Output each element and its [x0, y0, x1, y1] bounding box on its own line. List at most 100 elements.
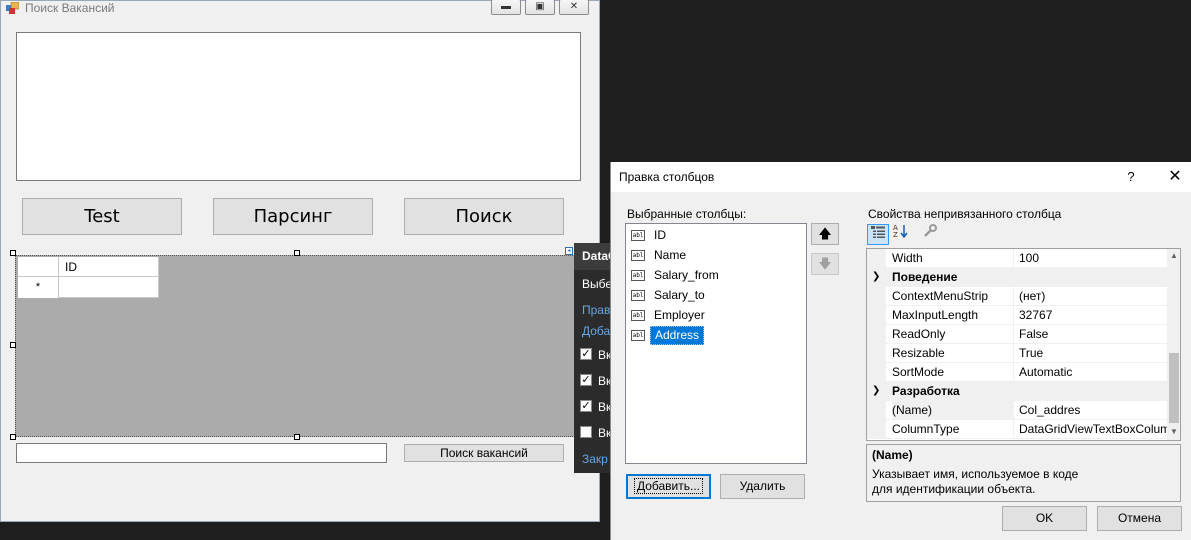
- tasks-add-column-link[interactable]: Доба: [582, 324, 610, 338]
- property-value[interactable]: DataGridViewTextBoxColumn: [1019, 420, 1167, 439]
- textbox-column-icon: abl: [631, 329, 645, 341]
- scroll-down-icon[interactable]: ▼: [1167, 427, 1180, 436]
- description-text: Указывает имя, используемое в коде для и…: [872, 467, 1079, 496]
- property-row-name[interactable]: (Name) Col_addres: [867, 401, 1167, 420]
- remove-column-button[interactable]: Удалить: [720, 474, 805, 499]
- search-button[interactable]: Поиск: [404, 198, 564, 235]
- scroll-thumb[interactable]: [1169, 353, 1179, 423]
- properties-label: Свойства непривязанного столбца: [868, 207, 1062, 221]
- property-row-readonly[interactable]: ReadOnly False: [867, 325, 1167, 344]
- move-down-button[interactable]: 🡇: [811, 253, 839, 275]
- enable-deleting-checkbox[interactable]: ✓: [580, 400, 592, 412]
- resize-handle[interactable]: [294, 250, 300, 256]
- tasks-dock-link[interactable]: Закр: [582, 452, 608, 466]
- property-row-width[interactable]: Width 100: [867, 249, 1167, 268]
- resize-handle[interactable]: [294, 434, 300, 440]
- resize-handle[interactable]: [10, 434, 16, 440]
- list-item[interactable]: abl Name: [631, 246, 690, 264]
- column-name: Salary_from: [654, 267, 719, 282]
- tasks-choose-datasource[interactable]: Выбе: [582, 277, 612, 291]
- property-grid[interactable]: Width 100 ❯ Поведение ContextMenuStrip (…: [866, 248, 1181, 441]
- category-name: Разработка: [892, 384, 960, 398]
- grid-new-row-cell[interactable]: [59, 277, 159, 298]
- form-title: Поиск Вакансий: [25, 1, 115, 15]
- category-design[interactable]: ❯ Разработка: [867, 382, 1167, 401]
- query-textbox[interactable]: [16, 443, 387, 463]
- add-column-label: Добавить...: [633, 478, 704, 494]
- tasks-edit-columns-link[interactable]: Прав: [582, 303, 610, 317]
- move-up-button[interactable]: 🡅: [811, 223, 839, 245]
- maximize-button[interactable]: ▣: [525, 0, 555, 15]
- property-grid-scrollbar[interactable]: ▲ ▼: [1167, 249, 1180, 440]
- column-name: Name: [654, 247, 687, 262]
- selected-columns-list[interactable]: abl ID abl Name abl Salary_from abl Sala…: [625, 223, 807, 464]
- category-behavior[interactable]: ❯ Поведение: [867, 268, 1167, 287]
- resize-handle[interactable]: [10, 250, 16, 256]
- output-textbox[interactable]: [16, 32, 581, 181]
- column-name: ID: [654, 227, 666, 242]
- property-name: (Name): [892, 401, 1014, 420]
- property-value[interactable]: False: [1019, 325, 1167, 344]
- search-vacancies-button[interactable]: Поиск вакансий: [404, 444, 564, 462]
- list-item[interactable]: abl Salary_to: [631, 286, 709, 304]
- property-row-maxinputlength[interactable]: MaxInputLength 32767: [867, 306, 1167, 325]
- property-name: SortMode: [892, 363, 1014, 382]
- enable-reorder-checkbox[interactable]: [580, 426, 592, 438]
- description-title: (Name): [872, 448, 913, 462]
- close-button[interactable]: ✕: [559, 0, 589, 15]
- enable-editing-checkbox[interactable]: ✓: [580, 374, 592, 386]
- add-column-button[interactable]: Добавить...: [626, 474, 711, 499]
- property-grid-toolbar: AZ: [867, 224, 987, 246]
- parse-button[interactable]: Парсинг: [213, 198, 373, 235]
- property-pages-wrench-icon[interactable]: [919, 224, 941, 245]
- form-designer-window: Поиск Вакансий ▬ ▣ ✕ Test Парсинг Поиск …: [0, 0, 600, 522]
- property-row-resizable[interactable]: Resizable True: [867, 344, 1167, 363]
- collapse-chevron-icon[interactable]: ❯: [872, 382, 880, 400]
- dialog-titlebar: Правка столбцов ? ✕: [611, 162, 1191, 192]
- property-value[interactable]: (нет): [1019, 287, 1167, 306]
- cancel-button[interactable]: Отмена: [1097, 506, 1182, 531]
- test-button[interactable]: Test: [22, 198, 182, 235]
- property-row-columntype[interactable]: ColumnType DataGridViewTextBoxColumn: [867, 420, 1167, 439]
- list-item[interactable]: abl ID: [631, 226, 670, 244]
- property-value[interactable]: True: [1019, 344, 1167, 363]
- alphabetical-sort-icon[interactable]: AZ: [890, 224, 912, 245]
- property-value[interactable]: Automatic: [1019, 363, 1167, 382]
- property-value[interactable]: Col_addres: [1019, 401, 1167, 420]
- property-name: Resizable: [892, 344, 1014, 363]
- grid-column-header-id[interactable]: ID: [59, 257, 159, 277]
- enable-adding-checkbox[interactable]: ✓: [580, 348, 592, 360]
- list-item-selected[interactable]: abl Address: [631, 325, 705, 345]
- minimize-button[interactable]: ▬: [491, 0, 521, 15]
- textbox-column-icon: abl: [631, 309, 645, 321]
- grid-corner-header[interactable]: [18, 257, 59, 277]
- property-name: Width: [892, 249, 1014, 268]
- property-name: ContextMenuStrip: [892, 287, 1014, 306]
- property-name: MaxInputLength: [892, 306, 1014, 325]
- property-name: ColumnType: [892, 420, 1014, 439]
- close-icon[interactable]: ✕: [1163, 167, 1187, 187]
- categorized-icon[interactable]: [867, 224, 889, 245]
- property-value[interactable]: 100: [1019, 249, 1167, 268]
- textbox-column-icon: abl: [631, 249, 645, 261]
- data-grid-view[interactable]: ID *: [15, 255, 581, 437]
- property-row-contextmenustrip[interactable]: ContextMenuStrip (нет): [867, 287, 1167, 306]
- property-name: ReadOnly: [892, 325, 1014, 344]
- scroll-up-icon[interactable]: ▲: [1167, 251, 1180, 260]
- property-value[interactable]: 32767: [1019, 306, 1167, 325]
- list-item[interactable]: abl Salary_from: [631, 266, 723, 284]
- smart-tag-icon[interactable]: ◂: [565, 247, 573, 255]
- property-row-sortmode[interactable]: SortMode Automatic: [867, 363, 1167, 382]
- grid-new-row-header[interactable]: *: [18, 277, 59, 298]
- desktop: Поиск Вакансий ▬ ▣ ✕ Test Парсинг Поиск …: [0, 0, 1191, 540]
- textbox-column-icon: abl: [631, 269, 645, 281]
- category-name: Поведение: [892, 270, 958, 284]
- collapse-chevron-icon[interactable]: ❯: [872, 268, 880, 286]
- dialog-title: Правка столбцов: [619, 170, 715, 184]
- resize-handle[interactable]: [10, 342, 16, 348]
- tasks-panel-title: DataGridView Tasks: [574, 243, 614, 270]
- list-item[interactable]: abl Employer: [631, 306, 709, 324]
- ok-button[interactable]: OK: [1002, 506, 1087, 531]
- datagridview-tasks-panel: DataGridView Tasks Выбе Прав Доба ✓ Вк ✓…: [574, 243, 614, 473]
- help-icon[interactable]: ?: [1121, 167, 1141, 187]
